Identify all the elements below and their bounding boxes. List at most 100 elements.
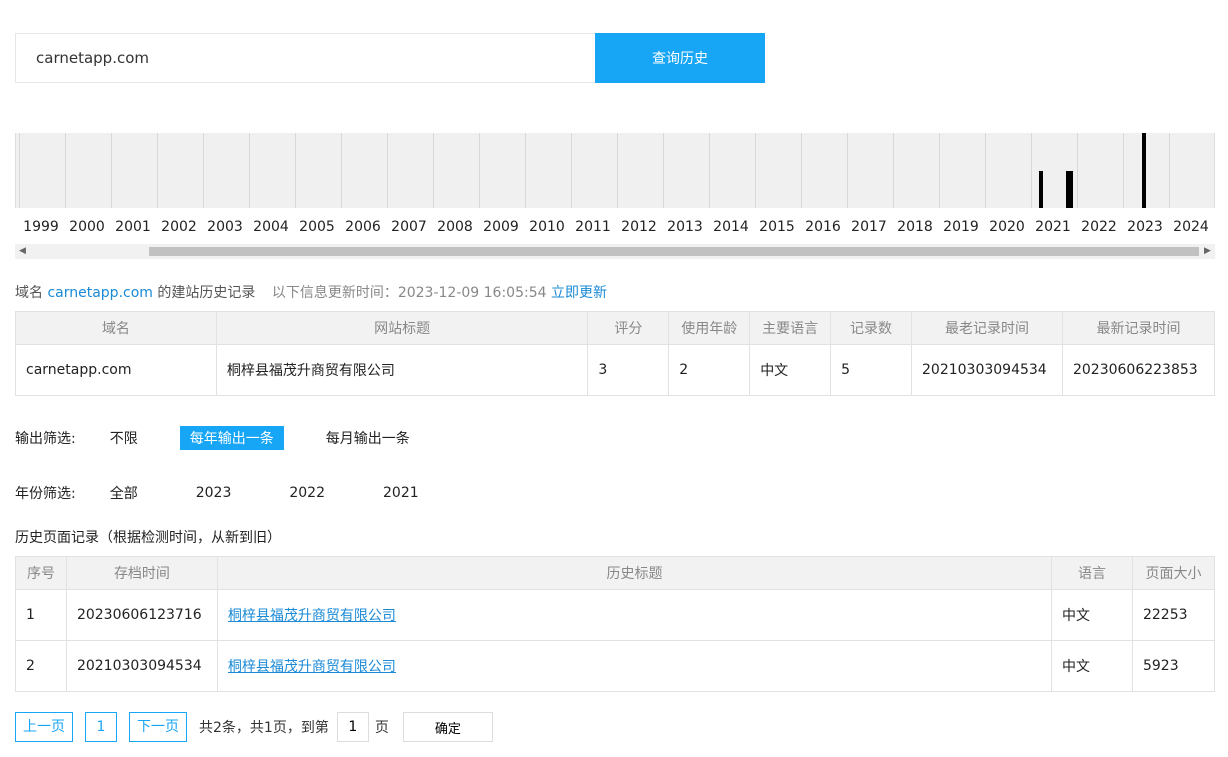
timeline-year-column [847,133,848,208]
timeline-year-labels: 1999 2000 2001 2002 2003 2004 2005 2006 2007 2008… [15,219,1215,239]
timeline-year-label[interactable]: 2013 [662,219,708,235]
col-newest: 最新记录时间 [1061,311,1216,345]
history-header-row: 序号 存档时间 历史标题 语言 页面大小 [15,556,1216,590]
timeline-year-label[interactable]: 2012 [616,219,662,235]
timeline-year-column [479,133,480,208]
cell-domain: carnetapp.com [15,344,217,396]
timeline-year-column [111,133,112,208]
timeline-year-label[interactable]: 2008 [432,219,478,235]
cell-page-size: 5923 [1131,640,1216,692]
cell-index: 1 [15,589,67,641]
timeline-year-label[interactable]: 2000 [64,219,110,235]
history-title-link[interactable]: 桐梓县福茂升商贸有限公司 [228,608,396,624]
timeline-year-label[interactable]: 2003 [202,219,248,235]
domain-search-input[interactable] [15,33,595,83]
timeline-year-label[interactable]: 2007 [386,219,432,235]
timeline-year-column [525,133,526,208]
col-oldest: 最老记录时间 [911,311,1063,345]
timeline-scrollbar[interactable]: ◀ ▶ [15,244,1215,259]
timeline-year-column [1123,133,1124,208]
filter-option-yearly[interactable]: 每年输出一条 [179,426,284,450]
page-number-button[interactable]: 1 [85,712,117,742]
timeline-year-column [709,133,710,208]
col-history-language: 语言 [1051,556,1133,590]
query-history-button[interactable]: 查询历史 [595,33,765,83]
year-option-2023[interactable]: 2023 [186,483,242,503]
page-unit-label: 页 [374,720,389,736]
year-option-2022[interactable]: 2022 [279,483,335,503]
timeline-year-label[interactable]: 2024 [1168,219,1214,235]
timeline-year-column [203,133,204,208]
col-record-count: 记录数 [830,311,912,345]
history-title-link[interactable]: 桐梓县福茂升商贸有限公司 [228,659,396,675]
table-row: 2 20210303094534 桐梓县福茂升商贸有限公司 中文 5923 [15,640,1216,692]
col-site-title: 网站标题 [215,311,589,345]
goto-confirm-button[interactable]: 确定 [402,712,493,742]
filter-option-monthly[interactable]: 每月输出一条 [316,426,420,450]
table-row: 1 20230606123716 桐梓县福茂升商贸有限公司 中文 22253 [15,589,1216,641]
timeline-year-label[interactable]: 2006 [340,219,386,235]
timeline-year-label[interactable]: 2015 [754,219,800,235]
cell-page-size: 22253 [1131,589,1216,641]
col-archive-time: 存档时间 [65,556,218,590]
timeline-chart [15,133,1215,208]
timeline-year-label[interactable]: 2023 [1122,219,1168,235]
history-table: 序号 存档时间 历史标题 语言 页面大小 1 20230606123716 桐梓… [15,556,1216,692]
timeline-year-label[interactable]: 2011 [570,219,616,235]
timeline-year-label[interactable]: 2017 [846,219,892,235]
year-option-all[interactable]: 全部 [100,481,148,505]
timeline-year-column [893,133,894,208]
timeline-record-bar[interactable] [1069,171,1074,208]
info-suffix: 的建站历史记录 [157,285,256,301]
scrollbar-thumb[interactable] [149,247,1199,256]
timeline-year-label[interactable]: 2014 [708,219,754,235]
next-page-button[interactable]: 下一页 [129,712,187,742]
timeline-year-column [755,133,756,208]
timeline-year-label[interactable]: 2022 [1076,219,1122,235]
update-time-label: 以下信息更新时间：2023-12-09 16:05:54 [271,285,547,301]
timeline-year-label[interactable]: 2016 [800,219,846,235]
summary-header-row: 域名 网站标题 评分 使用年龄 主要语言 记录数 最老记录时间 最新记录时间 [15,311,1216,345]
timeline-year-label[interactable]: 2010 [524,219,570,235]
timeline-year-label[interactable]: 2021 [1030,219,1076,235]
timeline-year-label[interactable]: 2005 [294,219,340,235]
prev-page-button[interactable]: 上一页 [15,712,73,742]
table-row: carnetapp.com 桐梓县福茂升商贸有限公司 3 2 中文 5 2021… [15,344,1216,396]
cell-language: 中文 [749,344,832,396]
update-now-link[interactable]: 立即更新 [551,285,607,301]
timeline-year-column [249,133,250,208]
cell-archive-time: 20210303094534 [65,640,218,692]
timeline-year-column [341,133,342,208]
filter-option-unlimited[interactable]: 不限 [100,426,148,450]
goto-page-input[interactable] [336,712,369,742]
timeline-year-column [1031,133,1032,208]
timeline-year-label[interactable]: 2020 [984,219,1030,235]
col-score: 评分 [587,311,670,345]
timeline-year-label[interactable]: 2004 [248,219,294,235]
search-bar: 查询历史 [15,33,765,83]
timeline-record-bar[interactable] [1038,171,1043,208]
col-history-title: 历史标题 [216,556,1053,590]
timeline-year-column [387,133,388,208]
timeline-year-label[interactable]: 2009 [478,219,524,235]
scroll-right-icon[interactable]: ▶ [1200,244,1215,259]
scroll-left-icon[interactable]: ◀ [15,244,30,259]
output-filter: 输出筛选: 不限 每年输出一条 每月输出一条 [15,426,452,450]
cell-history-title: 桐梓县福茂升商贸有限公司 [216,640,1053,692]
info-domain-link[interactable]: carnetapp.com [47,285,152,301]
output-filter-label: 输出筛选: [15,431,76,447]
timeline-year-column [157,133,158,208]
timeline-year-label[interactable]: 2002 [156,219,202,235]
timeline-record-bar[interactable] [1142,133,1147,208]
year-option-2021[interactable]: 2021 [373,483,429,503]
cell-history-title: 桐梓县福茂升商贸有限公司 [216,589,1053,641]
timeline-year-label[interactable]: 2018 [892,219,938,235]
timeline-year-column [571,133,572,208]
cell-index: 2 [15,640,67,692]
timeline-year-label[interactable]: 2019 [938,219,984,235]
pager-summary: 共2条，共1页，到第 [199,720,329,736]
timeline-year-label[interactable]: 1999 [18,219,64,235]
timeline-year-column [663,133,664,208]
timeline-year-label[interactable]: 2001 [110,219,156,235]
col-page-size: 页面大小 [1131,556,1216,590]
